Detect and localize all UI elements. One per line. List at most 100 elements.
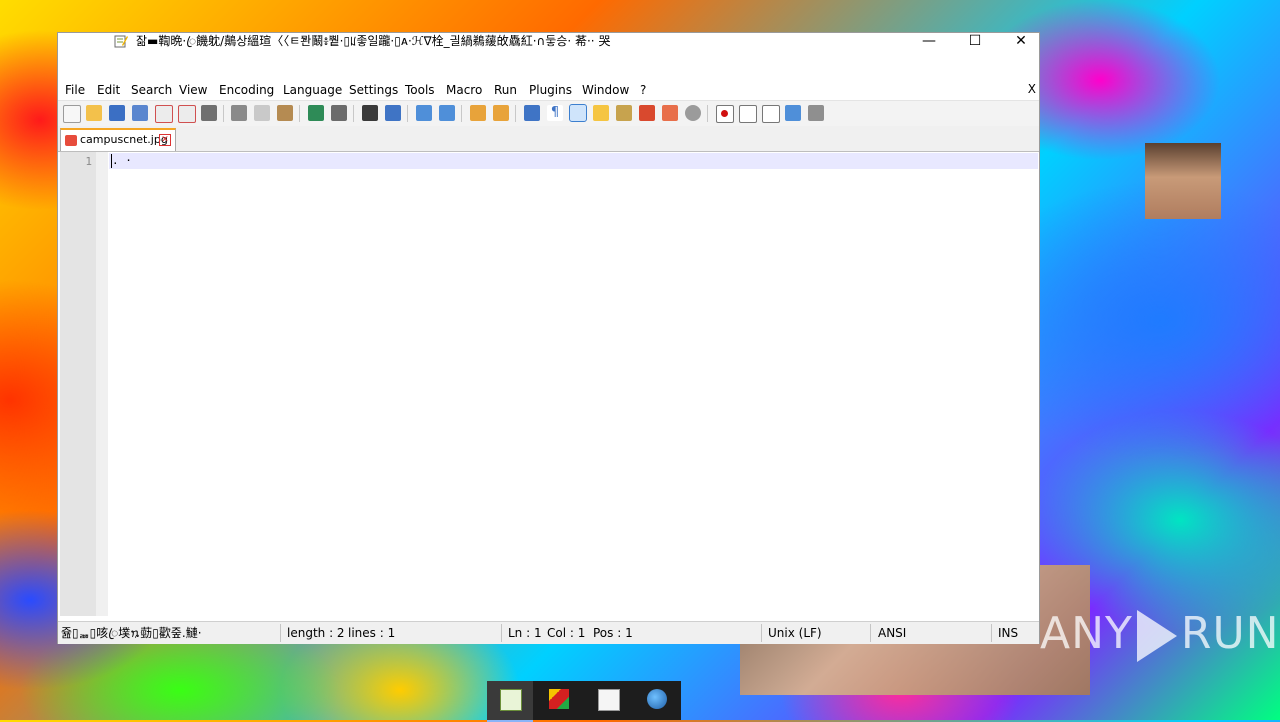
toolbar-separator xyxy=(223,105,224,122)
toolbar-separator xyxy=(461,105,462,122)
notepad-app-icon xyxy=(114,35,128,48)
status-position: Pos : 1 xyxy=(593,626,633,640)
menu-file[interactable]: File xyxy=(65,82,85,98)
menu-window[interactable]: Window xyxy=(582,82,629,98)
toolbar: ¶ xyxy=(58,100,1039,127)
word-wrap-icon[interactable] xyxy=(524,105,540,121)
record-macro-icon[interactable] xyxy=(716,105,734,123)
play-logo-icon xyxy=(1136,610,1177,662)
zoom-out-icon[interactable] xyxy=(439,105,455,121)
menu-language[interactable]: Language xyxy=(283,82,342,98)
editor-area[interactable]: 1 . · xyxy=(58,152,1039,618)
redo-icon[interactable] xyxy=(331,105,347,121)
menu-encoding[interactable]: Encoding xyxy=(219,82,274,98)
stop-macro-icon[interactable] xyxy=(739,105,757,123)
text-caret xyxy=(111,154,112,168)
status-separator xyxy=(501,624,502,642)
menu-macro[interactable]: Macro xyxy=(446,82,482,98)
monitoring-eye-icon[interactable] xyxy=(685,105,701,121)
status-bar: 쥺▯ᇔ▯咳ꦿ墣ꪧ葝▯歡줖.鰱· length : 2 lines : 1 Ln … xyxy=(58,621,1039,644)
status-separator xyxy=(761,624,762,642)
notepad-plus-plus-window: 잚▬鞫晩·ꦿ饑躭/鷏상縕瑄〈〈ㅌ̀콴鬫៖쀁·▯ꡊ좋일躘·▯ᴀ·ℋ∇栓_긜緺鵜藧敀… xyxy=(57,32,1040,644)
editor-line[interactable]: . · xyxy=(112,154,132,168)
taskbar-network-icon[interactable] xyxy=(634,681,680,720)
status-length: length : 2 xyxy=(287,626,345,640)
status-lines: lines : 1 xyxy=(348,626,396,640)
zoom-in-icon[interactable] xyxy=(416,105,432,121)
taskbar xyxy=(487,681,681,722)
status-column: Col : 1 xyxy=(547,626,586,640)
menu-view[interactable]: View xyxy=(179,82,207,98)
tab-bar: campuscnet.jpg ✕ xyxy=(58,126,1039,152)
window-title: 잚▬鞫晩·ꦿ饑躭/鷏상縕瑄〈〈ㅌ̀콴鬫៖쀁·▯ꡊ좋일躘·▯ᴀ·ℋ∇栓_긜緺鵜藧敀… xyxy=(136,34,611,48)
fold-margin xyxy=(96,152,108,616)
status-eol-format[interactable]: Unix (LF) xyxy=(768,626,822,640)
notepad-icon xyxy=(500,689,522,711)
status-insert-mode[interactable]: INS xyxy=(998,626,1018,640)
close-document-button[interactable]: X xyxy=(1028,82,1036,96)
unsaved-file-icon xyxy=(65,135,77,146)
colorful-app-icon xyxy=(549,689,569,709)
toolbar-separator xyxy=(407,105,408,122)
close-all-icon[interactable] xyxy=(178,105,196,123)
status-file-type: 쥺▯ᇔ▯咳ꦿ墣ꪧ葝▯歡줖.鰱· xyxy=(61,626,202,640)
save-all-icon[interactable] xyxy=(132,105,148,121)
user-defined-language-icon[interactable] xyxy=(593,105,609,121)
menu-edit[interactable]: Edit xyxy=(97,82,120,98)
close-file-icon[interactable] xyxy=(155,105,173,123)
find-icon[interactable] xyxy=(362,105,378,121)
tab-campuscnet[interactable]: campuscnet.jpg ✕ xyxy=(60,128,176,151)
window-icon xyxy=(598,689,620,711)
status-line-number: Ln : 1 xyxy=(508,626,542,640)
toolbar-separator xyxy=(299,105,300,122)
folder-workspace-icon[interactable] xyxy=(662,105,678,121)
run-macro-multiple-icon[interactable] xyxy=(785,105,801,121)
status-separator xyxy=(870,624,871,642)
paste-icon[interactable] xyxy=(277,105,293,121)
show-all-characters-icon[interactable]: ¶ xyxy=(547,105,563,121)
sync-vertical-icon[interactable] xyxy=(470,105,486,121)
function-list-icon[interactable] xyxy=(639,105,655,121)
copy-icon[interactable] xyxy=(254,105,270,121)
menu-run[interactable]: Run xyxy=(494,82,517,98)
tab-label: campuscnet.jpg xyxy=(80,133,168,146)
status-encoding[interactable]: ANSI xyxy=(878,626,906,640)
toolbar-separator xyxy=(515,105,516,122)
new-file-icon[interactable] xyxy=(63,105,81,123)
webcam-face-overlay xyxy=(1145,143,1221,219)
toolbar-separator xyxy=(707,105,708,122)
maximize-button[interactable]: ☐ xyxy=(952,33,998,50)
print-icon[interactable] xyxy=(201,105,217,121)
line-number-gutter: 1 xyxy=(60,152,97,616)
save-macro-icon[interactable] xyxy=(808,105,824,121)
status-separator xyxy=(280,624,281,642)
watermark-text-any: ANY xyxy=(1040,608,1133,659)
replace-icon[interactable] xyxy=(385,105,401,121)
indent-guide-icon[interactable] xyxy=(569,104,587,122)
document-map-icon[interactable] xyxy=(616,105,632,121)
watermark-text-run: RUN xyxy=(1180,608,1280,659)
taskbar-app-icon[interactable] xyxy=(536,681,582,720)
menu-plugins[interactable]: Plugins xyxy=(529,82,572,98)
close-button[interactable]: ✕ xyxy=(998,33,1044,50)
status-separator xyxy=(991,624,992,642)
undo-icon[interactable] xyxy=(308,105,324,121)
minimize-button[interactable]: — xyxy=(906,33,952,50)
open-file-icon[interactable] xyxy=(86,105,102,121)
anyrun-watermark: ANY RUN xyxy=(1040,608,1280,662)
cut-icon[interactable] xyxy=(231,105,247,121)
menu-settings[interactable]: Settings xyxy=(349,82,398,98)
taskbar-notepad-icon[interactable] xyxy=(487,681,533,722)
menu-help[interactable]: ? xyxy=(640,82,646,98)
menu-search[interactable]: Search xyxy=(131,82,172,98)
current-line-highlight xyxy=(109,153,1038,169)
taskbar-window-icon[interactable] xyxy=(585,681,631,720)
save-icon[interactable] xyxy=(109,105,125,121)
play-macro-icon[interactable] xyxy=(762,105,780,123)
menu-tools[interactable]: Tools xyxy=(405,82,435,98)
title-bar: 잚▬鞫晩·ꦿ饑躭/鷏상縕瑄〈〈ㅌ̀콴鬫៖쀁·▯ꡊ좋일躘·▯ᴀ·ℋ∇栓_긜緺鵜藧敀… xyxy=(58,33,1039,81)
tab-close-icon[interactable]: ✕ xyxy=(159,134,171,146)
menu-bar: File Edit Search View Encoding Language … xyxy=(58,81,1039,100)
globe-icon xyxy=(647,689,667,709)
sync-horizontal-icon[interactable] xyxy=(493,105,509,121)
